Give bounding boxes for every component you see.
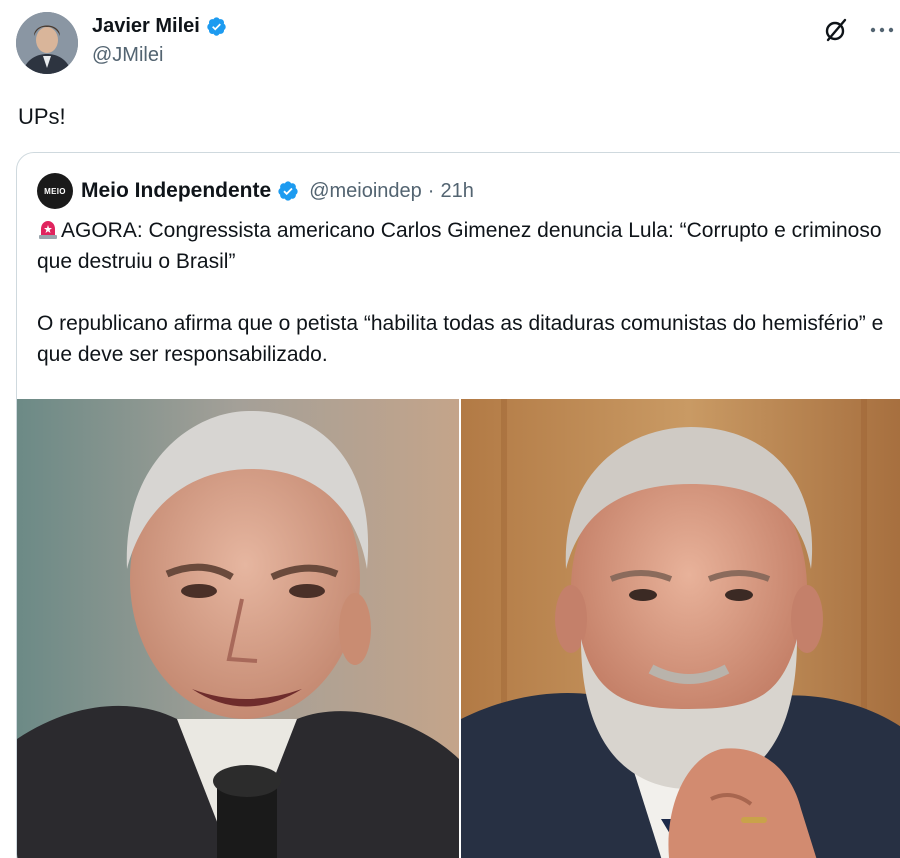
photo-right[interactable] [461,399,900,858]
photo-right-image [461,399,900,858]
tweet-text: UPs! [18,104,66,129]
avatar-image [16,12,78,74]
verified-badge-icon [278,181,298,201]
quoted-paragraph-1: AGORA: Congressista americano Carlos Gim… [37,215,897,277]
separator-dot: · [427,179,435,202]
quoted-tweet[interactable]: MEIO Meio Independente @meioindep · 21h … [16,152,900,858]
author-display-name[interactable]: Javier Milei [92,15,200,38]
avatar[interactable] [16,12,78,74]
quoted-media [17,399,900,858]
siren-icon [39,221,57,239]
author-handle[interactable]: @JMilei [92,44,227,67]
quoted-display-name[interactable]: Meio Independente [81,179,271,203]
quoted-avatar-logo-text: MEIO [44,186,66,196]
photo-left[interactable] [17,399,459,858]
quoted-tweet-header: MEIO Meio Independente @meioindep · 21h [37,173,474,209]
verified-badge-icon [207,17,226,36]
quoted-tweet-body: AGORA: Congressista americano Carlos Gim… [37,215,897,370]
quoted-timestamp[interactable]: 21h [440,180,473,203]
quoted-paragraph-2: O republicano afirma que o petista “habi… [37,312,884,366]
quoted-avatar[interactable]: MEIO [37,173,73,209]
grok-slash-circle-icon[interactable] [822,16,850,44]
photo-left-image [17,399,459,858]
more-dots-icon[interactable] [868,16,896,44]
tweet-author: Javier Milei @JMilei [16,12,227,74]
quoted-paragraph-1-text: AGORA: Congressista americano Carlos Gim… [37,219,882,273]
quoted-handle[interactable]: @meioindep [309,180,422,203]
tweet-actions [822,16,896,44]
